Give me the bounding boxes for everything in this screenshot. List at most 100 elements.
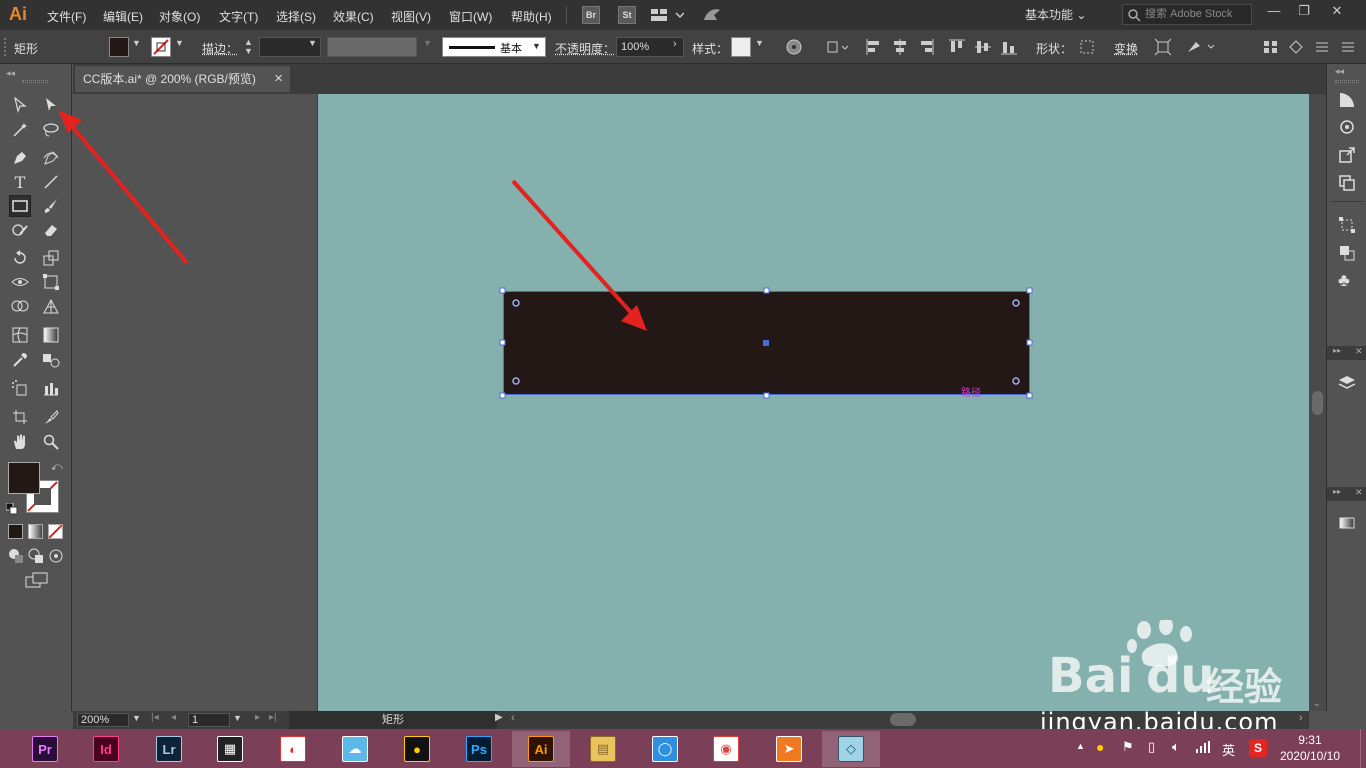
scroll-down-icon[interactable]: ⌄ xyxy=(1313,698,1321,709)
recolor-artwork-icon[interactable] xyxy=(785,38,803,56)
tools-panel-grip[interactable] xyxy=(22,80,48,83)
draw-inside-icon[interactable] xyxy=(48,548,64,567)
type-tool[interactable]: T xyxy=(9,171,31,193)
menu-effect[interactable]: 效果(C) xyxy=(333,8,374,25)
align-vertical-center-icon[interactable] xyxy=(974,38,992,56)
mesh-tool[interactable] xyxy=(9,324,31,346)
taskbar-app-button[interactable]: Lr xyxy=(140,731,198,767)
taskbar-app-button[interactable]: ◉ xyxy=(697,731,755,767)
taskbar-app-button[interactable]: ▦ xyxy=(201,731,259,767)
align-right-icon[interactable] xyxy=(917,38,935,56)
stroke-swatch[interactable] xyxy=(151,37,171,57)
menu-edit[interactable]: 编辑(E) xyxy=(103,8,143,25)
chevron-down-icon[interactable]: ▼ xyxy=(308,38,317,48)
menu-select[interactable]: 选择(S) xyxy=(276,8,316,25)
align-panel-icon[interactable] xyxy=(1338,244,1356,265)
symbol-sprayer-tool[interactable] xyxy=(9,377,31,399)
document-tab[interactable]: CC版本.ai* @ 200% (RGB/预览) ✕ xyxy=(75,66,290,92)
draw-behind-icon[interactable] xyxy=(28,548,44,567)
opacity-label[interactable]: 不透明度： xyxy=(555,40,615,57)
first-artboard-icon[interactable]: |◂ xyxy=(151,712,159,723)
collapse-panel-icon[interactable]: ◂◂ xyxy=(6,68,15,79)
device-tray-icon[interactable]: ▯ xyxy=(1148,739,1155,755)
symbols-icon[interactable]: ♣ xyxy=(1338,271,1350,289)
chevron-down-icon[interactable]: ▼ xyxy=(132,713,141,723)
shape-builder-tool[interactable] xyxy=(9,295,31,317)
taskbar-app-button[interactable]: ◇ xyxy=(822,731,880,767)
close-panel-group-icon[interactable]: ✕ xyxy=(1355,346,1363,357)
brush-definition-dropdown[interactable]: 基本 ▼ xyxy=(442,37,546,57)
width-tool[interactable] xyxy=(9,271,31,293)
show-hidden-icons-icon[interactable]: ▲ xyxy=(1076,741,1085,751)
rectangle-tool[interactable] xyxy=(9,195,31,217)
selection-tool[interactable] xyxy=(9,94,31,116)
stroke-label[interactable]: 描边： xyxy=(202,40,238,57)
gradient-tool[interactable] xyxy=(40,324,62,346)
appearance-icon[interactable] xyxy=(1338,118,1356,139)
pen-tool[interactable] xyxy=(9,147,31,169)
column-graph-tool[interactable] xyxy=(40,377,62,399)
qq-tray-icon[interactable]: ● xyxy=(1096,739,1104,755)
expand-panels-icon[interactable]: ▸▸ xyxy=(1333,346,1341,355)
artboard-number-field[interactable]: 1 xyxy=(188,713,230,727)
scroll-right-icon[interactable]: › xyxy=(1299,712,1303,724)
color-mode-button[interactable] xyxy=(8,524,23,539)
taskbar-app-button[interactable]: ◯ xyxy=(636,731,694,767)
shape-properties-icon[interactable] xyxy=(1078,38,1096,56)
panel-grip[interactable] xyxy=(1335,80,1359,83)
input-method-indicator[interactable]: 英 xyxy=(1222,740,1235,759)
taskbar-app-button[interactable]: ● xyxy=(388,731,446,767)
magic-wand-tool[interactable] xyxy=(9,119,31,141)
transform-panel-icon[interactable] xyxy=(1338,216,1356,237)
minimize-button[interactable]: — xyxy=(1259,2,1289,22)
arrange-documents-icon[interactable] xyxy=(650,6,685,27)
volume-icon[interactable]: 🔈︎ xyxy=(1172,739,1180,755)
status-menu-icon[interactable]: ▶ xyxy=(495,712,503,723)
taskbar-app-button[interactable]: Ai xyxy=(512,731,570,767)
eyedropper-tool[interactable] xyxy=(9,349,31,371)
expand-panels-icon[interactable]: ▸▸ xyxy=(1333,487,1341,496)
menu-window[interactable]: 窗口(W) xyxy=(449,8,492,25)
screen-mode-icon[interactable] xyxy=(25,572,49,591)
vertical-scroll-thumb[interactable] xyxy=(1312,391,1323,415)
stroke-weight-stepper[interactable]: ▲ ▼ xyxy=(244,38,253,56)
align-left-icon[interactable] xyxy=(865,38,883,56)
chevron-down-icon[interactable]: ▼ xyxy=(233,713,242,723)
stock-search-input[interactable]: 搜索 Adobe Stock xyxy=(1122,4,1252,25)
control-bar-menu-icon[interactable] xyxy=(1313,38,1331,56)
layers-icon[interactable] xyxy=(1338,374,1356,395)
chevron-right-icon[interactable]: › xyxy=(673,38,677,50)
menu-object[interactable]: 对象(O) xyxy=(159,8,200,25)
none-mode-button[interactable] xyxy=(48,524,63,539)
bridge-button[interactable]: Br xyxy=(582,6,600,24)
close-window-button[interactable]: ✕ xyxy=(1322,2,1352,22)
gradient-mode-button[interactable] xyxy=(28,524,43,539)
export-icon[interactable] xyxy=(1338,146,1356,167)
zoom-level-field[interactable]: 200% xyxy=(77,713,129,727)
close-tab-icon[interactable]: ✕ xyxy=(274,66,283,92)
last-artboard-icon[interactable]: ▸| xyxy=(269,712,277,723)
menu-help[interactable]: 帮助(H) xyxy=(511,8,552,25)
panel-toggle-icon[interactable] xyxy=(1287,38,1305,56)
close-panel-group-icon[interactable]: ✕ xyxy=(1355,487,1363,498)
blend-tool[interactable] xyxy=(40,349,62,371)
arrange-options-icon[interactable] xyxy=(1186,38,1215,56)
color-guide-icon[interactable] xyxy=(1338,91,1356,112)
free-transform-tool[interactable] xyxy=(40,271,62,293)
swap-colors-icon[interactable]: ⤺ xyxy=(51,461,63,474)
taskbar-app-button[interactable]: ◐ xyxy=(264,731,322,767)
show-desktop-button[interactable] xyxy=(1360,729,1366,768)
chevron-down-icon[interactable]: ▼ xyxy=(175,38,184,48)
draw-normal-icon[interactable] xyxy=(8,548,24,567)
system-clock[interactable]: 9:31 2020/10/10 xyxy=(1280,732,1340,764)
artboard[interactable] xyxy=(317,94,1309,711)
scroll-left-icon[interactable]: ‹ xyxy=(511,712,515,724)
expand-panels-icon[interactable]: ◂◂ xyxy=(1335,66,1344,77)
gpu-performance-icon[interactable] xyxy=(701,6,723,27)
workspace-switcher[interactable]: 基本功能 ⌄ xyxy=(1025,5,1086,25)
taskbar-app-button[interactable]: ➤ xyxy=(760,731,818,767)
gradient-panel-icon[interactable] xyxy=(1338,514,1356,535)
chevron-down-icon[interactable]: ▼ xyxy=(755,38,764,48)
flag-tray-icon[interactable]: ⚑ xyxy=(1122,739,1134,755)
chevron-down-icon[interactable]: ▼ xyxy=(132,38,141,48)
